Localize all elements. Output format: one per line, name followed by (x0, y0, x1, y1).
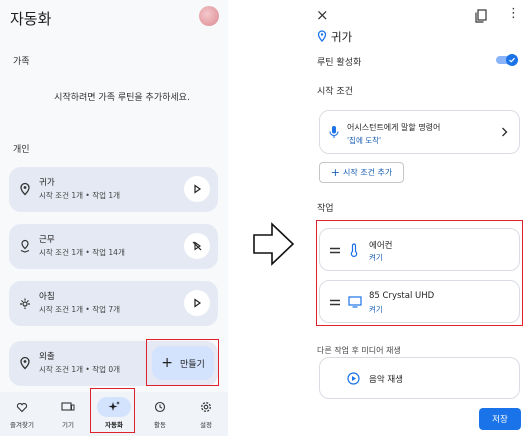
start-conditions-label: 시작 조건 (317, 87, 353, 97)
thermometer-icon (350, 243, 358, 257)
action-card-tv[interactable]: 85 Crystal UHD 켜기 (319, 280, 520, 323)
nav-settings[interactable]: 설정 (184, 392, 228, 436)
location-pin-icon (20, 356, 30, 370)
media-label: 다른 작업 후 미디어 재생 (317, 346, 401, 355)
app-title: 자동화 (10, 10, 52, 28)
plus-icon: + (330, 166, 340, 179)
devices-icon (61, 402, 75, 411)
action-name: 에어컨 (369, 241, 393, 251)
routine-detail: 시작 조건 1개 • 작업 0개 (39, 365, 121, 374)
play-icon (194, 298, 202, 308)
play-button[interactable] (184, 176, 210, 202)
enable-routine-toggle[interactable] (496, 54, 518, 66)
highlight-box-create (146, 339, 219, 386)
action-state: 켜기 (369, 253, 383, 262)
copy-icon[interactable] (475, 9, 487, 23)
nav-activity[interactable]: 활동 (138, 392, 182, 436)
nav-favorites[interactable]: 즐겨찾기 (0, 392, 44, 436)
routine-detail: 시작 조건 1개 • 작업 1개 (39, 191, 121, 200)
location-pin-icon (317, 30, 327, 42)
starter-value: '집에 도착' (347, 136, 382, 145)
heart-icon (16, 402, 28, 413)
nav-label: 즐겨찾기 (10, 421, 34, 429)
play-disabled-icon (192, 241, 202, 251)
add-starter-button[interactable]: + 시작 조건 추가 (319, 162, 404, 183)
actions-label: 작업 (317, 204, 334, 214)
tv-icon (348, 296, 362, 308)
section-family: 가족 (13, 57, 30, 67)
play-button[interactable] (184, 290, 210, 316)
nav-label: 설정 (200, 421, 212, 429)
routine-title: 귀가 (331, 30, 353, 44)
more-options-icon[interactable]: ⋮ (507, 7, 520, 20)
play-circle-icon (347, 372, 360, 385)
drag-handle-icon[interactable] (329, 246, 341, 255)
play-icon (194, 184, 202, 194)
save-button[interactable]: 저장 (479, 408, 521, 430)
media-action-label: 음악 재생 (369, 375, 403, 385)
action-card-aircon[interactable]: 에어컨 켜기 (319, 228, 520, 271)
media-action-card[interactable]: 음악 재생 (319, 357, 520, 399)
routine-card-morning[interactable]: 아침 시작 조건 1개 • 작업 7개 (9, 281, 218, 326)
starter-title: 어시스턴트에게 말할 명령어 (347, 123, 441, 132)
nav-label: 활동 (154, 421, 166, 429)
routine-name: 근무 (39, 235, 55, 245)
routine-detail: 시작 조건 1개 • 작업 14개 (39, 248, 125, 257)
section-personal: 개인 (13, 145, 30, 155)
add-starter-label: 시작 조건 추가 (342, 168, 393, 177)
automation-screen: 자동화 가족 시작하려면 가족 루틴을 추가하세요. 개인 귀가 시작 조건 1… (0, 0, 228, 436)
play-disabled-button[interactable] (184, 233, 210, 259)
enable-routine-label: 루틴 활성화 (317, 58, 362, 68)
routine-name: 귀가 (39, 178, 55, 188)
avatar[interactable] (199, 6, 219, 26)
action-name: 85 Crystal UHD (369, 291, 435, 301)
highlight-box-automation-tab (90, 388, 135, 433)
routine-name: 아침 (39, 292, 55, 302)
nav-label: 기기 (62, 421, 74, 429)
microphone-icon (329, 126, 339, 138)
drag-handle-icon[interactable] (329, 298, 341, 307)
routine-card-work[interactable]: 근무 시작 조건 1개 • 작업 14개 (9, 224, 218, 269)
routine-card-home[interactable]: 귀가 시작 조건 1개 • 작업 1개 (9, 167, 218, 212)
routine-editor-screen: × ⋮ 귀가 루틴 활성화 시작 조건 어시스턴트에게 말할 명령어 '집에 도… (303, 0, 530, 436)
nav-devices[interactable]: 기기 (46, 392, 90, 436)
history-icon (154, 401, 166, 413)
gear-icon (201, 402, 211, 412)
starter-card[interactable]: 어시스턴트에게 말할 명령어 '집에 도착' (319, 110, 520, 154)
arrow-right-icon (253, 222, 295, 266)
location-pin-icon (20, 182, 30, 196)
family-empty-message: 시작하려면 가족 루틴을 추가하세요. (54, 93, 190, 103)
close-icon[interactable]: × (316, 6, 329, 24)
action-state: 켜기 (369, 305, 383, 314)
sunrise-icon (20, 298, 30, 309)
check-icon (509, 57, 515, 63)
chevron-right-icon (502, 127, 508, 137)
work-location-icon (20, 239, 30, 253)
routine-name: 외출 (39, 352, 55, 362)
routine-detail: 시작 조건 1개 • 작업 7개 (39, 305, 121, 314)
